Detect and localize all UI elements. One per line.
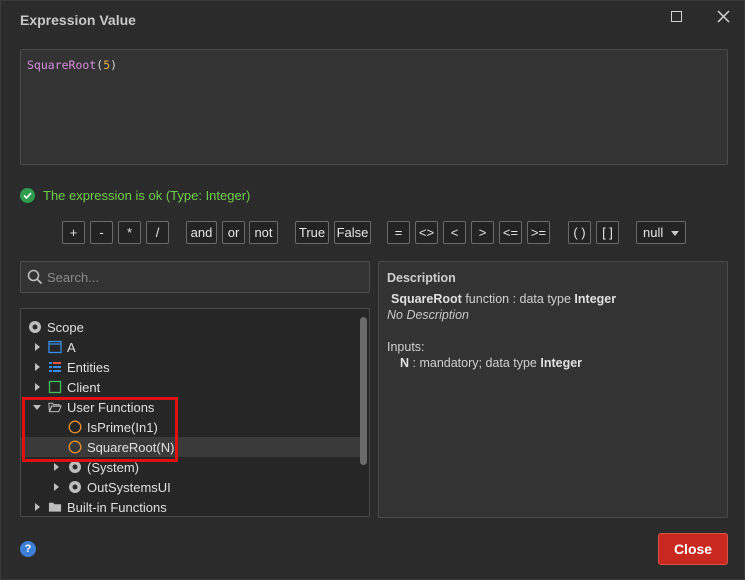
chevron-right-icon[interactable] bbox=[51, 462, 61, 472]
op-plus-button[interactable]: + bbox=[62, 221, 85, 244]
function-name: SquareRoot bbox=[391, 292, 462, 306]
expression-close-paren: ) bbox=[110, 58, 118, 72]
tree-item-label: Built-in Functions bbox=[67, 499, 167, 515]
close-icon bbox=[716, 9, 730, 23]
tree-item-client[interactable]: Client bbox=[21, 377, 361, 397]
input-parameter: N : mandatory; data type Integer bbox=[400, 356, 582, 370]
tree-item-label: SquareRoot(N) bbox=[87, 439, 175, 455]
maximize-icon bbox=[670, 10, 682, 22]
search-icon bbox=[27, 269, 43, 285]
status-text: The expression is ok (Type: Integer) bbox=[43, 188, 251, 203]
module-icon bbox=[68, 480, 82, 494]
client-variable-icon bbox=[48, 380, 62, 394]
tree-item-a[interactable]: A bbox=[21, 337, 361, 357]
folder-open-icon bbox=[48, 400, 62, 414]
tree-item-label: OutSystemsUI bbox=[87, 479, 171, 495]
input-name: N bbox=[400, 356, 410, 370]
expression-editor[interactable]: SquareRoot(5) bbox=[20, 49, 728, 165]
tree-item-builtin-functions[interactable]: Built-in Functions bbox=[21, 497, 361, 516]
chevron-right-icon[interactable] bbox=[32, 362, 42, 372]
close-window-button[interactable] bbox=[710, 5, 736, 27]
expression-function-token: SquareRoot bbox=[27, 58, 97, 72]
no-description-text: No Description bbox=[387, 308, 469, 322]
function-return-type: Integer bbox=[574, 292, 617, 306]
validation-status: The expression is ok (Type: Integer) bbox=[20, 188, 250, 203]
null-dropdown-value: null bbox=[643, 225, 664, 240]
op-not-button[interactable]: not bbox=[249, 221, 278, 244]
op-equals-button[interactable]: = bbox=[387, 221, 410, 244]
tree-item-outsystemsui[interactable]: OutSystemsUI bbox=[21, 477, 361, 497]
function-signature-text: function : data type bbox=[461, 292, 575, 306]
tree-item-label: Entities bbox=[67, 359, 110, 375]
op-less-equal-button[interactable]: <= bbox=[499, 221, 522, 244]
search-box bbox=[20, 261, 370, 293]
op-brackets-button[interactable]: [ ] bbox=[596, 221, 619, 244]
tree-item-label: IsPrime(In1) bbox=[87, 419, 158, 435]
chevron-right-icon[interactable] bbox=[32, 342, 42, 352]
check-circle-icon bbox=[20, 188, 35, 203]
op-greater-equal-button[interactable]: >= bbox=[527, 221, 550, 244]
op-true-button[interactable]: True bbox=[295, 221, 329, 244]
tree-item-squareroot[interactable]: SquareRoot(N) bbox=[21, 437, 361, 457]
tree-item-label: A bbox=[67, 339, 76, 355]
tree-item-label: User Functions bbox=[67, 399, 155, 415]
close-button[interactable]: Close bbox=[658, 533, 728, 565]
scope-icon bbox=[28, 320, 42, 334]
module-icon bbox=[68, 460, 82, 474]
chevron-down-icon[interactable] bbox=[32, 402, 42, 412]
tree-item-scope[interactable]: Scope bbox=[21, 317, 361, 337]
tree-item-system[interactable]: (System) bbox=[21, 457, 361, 477]
maximize-button[interactable] bbox=[663, 5, 689, 27]
function-description: No Description bbox=[387, 308, 469, 322]
op-false-button[interactable]: False bbox=[334, 221, 371, 244]
dialog-title: Expression Value bbox=[20, 12, 136, 28]
op-or-button[interactable]: or bbox=[222, 221, 245, 244]
op-multiply-button[interactable]: * bbox=[118, 221, 141, 244]
folder-icon bbox=[48, 500, 62, 514]
op-greater-than-button[interactable]: > bbox=[471, 221, 494, 244]
tree-scrollbar[interactable] bbox=[360, 317, 367, 465]
function-signature: SquareRoot function : data type Integer bbox=[391, 292, 616, 306]
screen-icon bbox=[48, 340, 62, 354]
function-icon bbox=[68, 440, 82, 454]
entities-grid-icon bbox=[48, 360, 62, 374]
tree-item-isprime[interactable]: IsPrime(In1) bbox=[21, 417, 361, 437]
op-divide-button[interactable]: / bbox=[146, 221, 169, 244]
null-dropdown[interactable]: null bbox=[636, 221, 686, 244]
op-parentheses-button[interactable]: ( ) bbox=[568, 221, 591, 244]
op-not-equal-button[interactable]: <> bbox=[415, 221, 438, 244]
tree-item-label: Client bbox=[67, 379, 101, 395]
chevron-right-icon[interactable] bbox=[32, 382, 42, 392]
op-and-button[interactable]: and bbox=[186, 221, 217, 244]
description-heading: Description bbox=[387, 271, 456, 285]
tree-item-entities[interactable]: Entities bbox=[21, 357, 361, 377]
inputs-label: Inputs: bbox=[387, 340, 425, 354]
tree-item-label: Scope bbox=[47, 319, 84, 335]
function-icon bbox=[68, 420, 82, 434]
chevron-right-icon[interactable] bbox=[32, 502, 42, 512]
chevron-down-icon bbox=[671, 231, 679, 236]
input-text: : mandatory; data type bbox=[409, 356, 541, 370]
scope-tree: Scope A Entities Client User Functions I… bbox=[20, 308, 370, 517]
tree-item-label: (System) bbox=[87, 459, 139, 475]
input-type: Integer bbox=[540, 356, 583, 370]
search-input[interactable] bbox=[47, 269, 347, 285]
op-less-than-button[interactable]: < bbox=[443, 221, 466, 244]
help-icon[interactable]: ? bbox=[20, 541, 36, 557]
tree-item-user-functions[interactable]: User Functions bbox=[21, 397, 361, 417]
expression-value-dialog: Expression Value SquareRoot(5) The expre… bbox=[0, 0, 745, 580]
description-panel: Description SquareRoot function : data t… bbox=[378, 261, 728, 518]
chevron-right-icon[interactable] bbox=[51, 482, 61, 492]
op-minus-button[interactable]: - bbox=[90, 221, 113, 244]
